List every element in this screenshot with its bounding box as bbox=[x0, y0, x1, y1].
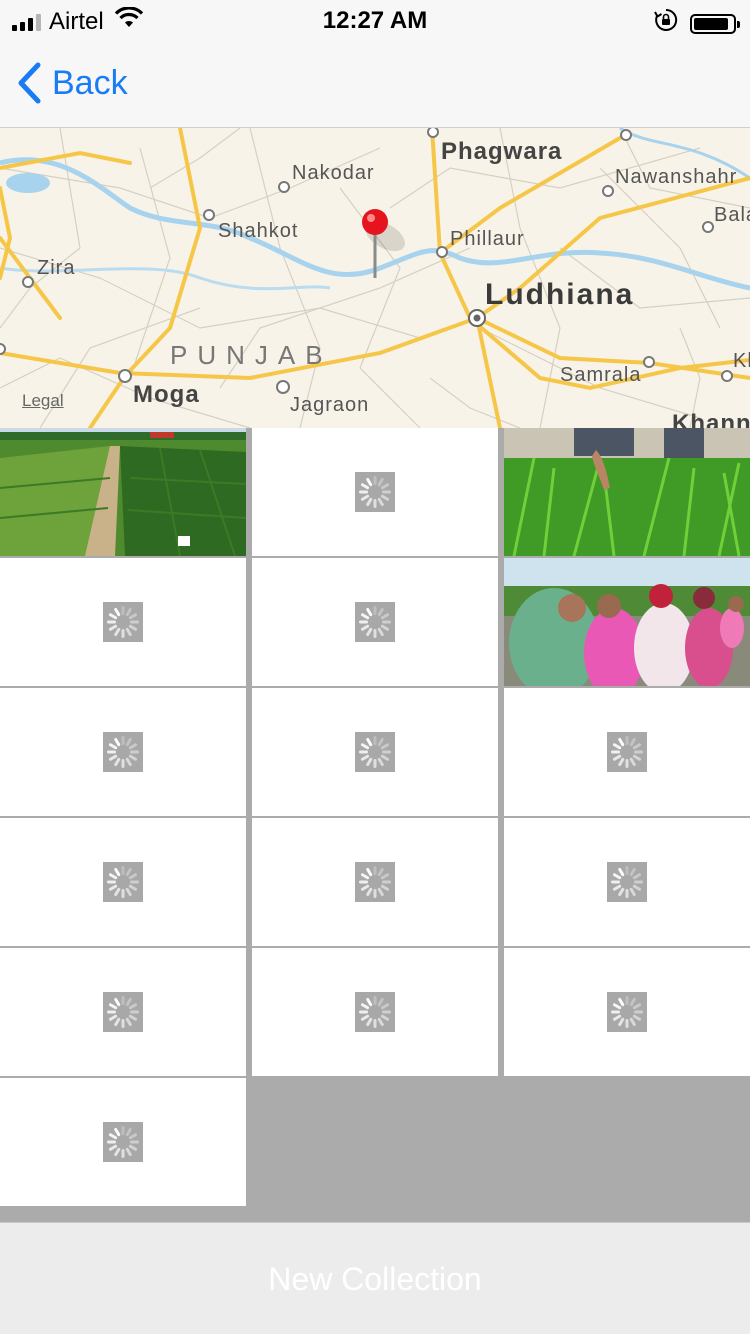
loading-spinner-icon bbox=[607, 992, 647, 1032]
map-label-jagraon: Jagraon bbox=[290, 394, 370, 416]
photo-placeholder[interactable] bbox=[0, 948, 246, 1076]
status-bar: Airtel 12:27 AM bbox=[0, 0, 750, 40]
back-label: Back bbox=[52, 63, 128, 102]
photo-placeholder[interactable] bbox=[504, 688, 750, 816]
photo-image bbox=[504, 558, 750, 686]
photo-placeholder[interactable] bbox=[0, 558, 246, 686]
photo-thumbnail[interactable] bbox=[504, 558, 750, 686]
loading-spinner-icon bbox=[103, 1122, 143, 1162]
back-button[interactable]: Back bbox=[16, 62, 128, 104]
loading-spinner-icon bbox=[355, 602, 395, 642]
map-label-khanna: Khann bbox=[672, 410, 750, 428]
photo-placeholder[interactable] bbox=[504, 818, 750, 946]
loading-spinner-icon bbox=[355, 862, 395, 902]
location-map[interactable]: Phagwara Nawanshahr Nakodar Bala Shahkot… bbox=[0, 128, 750, 428]
map-label-kh: Kh bbox=[733, 350, 750, 372]
map-label-punjab: PUNJAB bbox=[170, 340, 333, 370]
loading-spinner-icon bbox=[103, 732, 143, 772]
map-pin-icon[interactable] bbox=[355, 206, 415, 286]
photo-placeholder[interactable] bbox=[252, 948, 498, 1076]
map-label-shahkot: Shahkot bbox=[218, 220, 299, 242]
photo-placeholder[interactable] bbox=[252, 818, 498, 946]
photo-placeholder[interactable] bbox=[0, 688, 246, 816]
photo-thumbnail[interactable] bbox=[504, 428, 750, 556]
photo-image bbox=[504, 428, 750, 556]
map-label-zira: Zira bbox=[37, 257, 76, 279]
map-label-bala: Bala bbox=[714, 204, 750, 226]
photo-placeholder[interactable] bbox=[252, 428, 498, 556]
photo-placeholder[interactable] bbox=[252, 688, 498, 816]
map-label-ludhiana: Ludhiana bbox=[485, 278, 635, 311]
bottom-toolbar: New Collection bbox=[0, 1222, 750, 1334]
photo-thumbnail[interactable] bbox=[0, 428, 246, 556]
photo-placeholder[interactable] bbox=[252, 558, 498, 686]
map-label-samrala: Samrala bbox=[560, 364, 642, 386]
map-label-nawanshahr: Nawanshahr bbox=[615, 166, 738, 188]
loading-spinner-icon bbox=[355, 472, 395, 512]
orientation-lock-icon bbox=[654, 8, 678, 39]
chevron-left-icon bbox=[18, 62, 41, 104]
loading-spinner-icon bbox=[355, 992, 395, 1032]
new-collection-button[interactable]: New Collection bbox=[0, 1261, 750, 1298]
map-label-phillaur: Phillaur bbox=[450, 228, 525, 250]
battery-icon bbox=[690, 13, 740, 34]
photo-placeholder[interactable] bbox=[0, 818, 246, 946]
photo-grid bbox=[0, 428, 750, 1206]
loading-spinner-icon bbox=[355, 732, 395, 772]
navigation-bar: Back bbox=[0, 40, 750, 128]
map-label-phagwara: Phagwara bbox=[441, 138, 563, 165]
clock: 12:27 AM bbox=[322, 7, 428, 34]
loading-spinner-icon bbox=[103, 862, 143, 902]
photo-placeholder[interactable] bbox=[504, 948, 750, 1076]
legal-link[interactable]: Legal bbox=[22, 391, 64, 411]
loading-spinner-icon bbox=[103, 602, 143, 642]
loading-spinner-icon bbox=[607, 862, 647, 902]
loading-spinner-icon bbox=[103, 992, 143, 1032]
map-label-moga: Moga bbox=[133, 381, 200, 408]
map-label-nakodar: Nakodar bbox=[292, 162, 375, 184]
loading-spinner-icon bbox=[607, 732, 647, 772]
photo-placeholder[interactable] bbox=[0, 1078, 246, 1206]
photo-image bbox=[0, 428, 246, 556]
